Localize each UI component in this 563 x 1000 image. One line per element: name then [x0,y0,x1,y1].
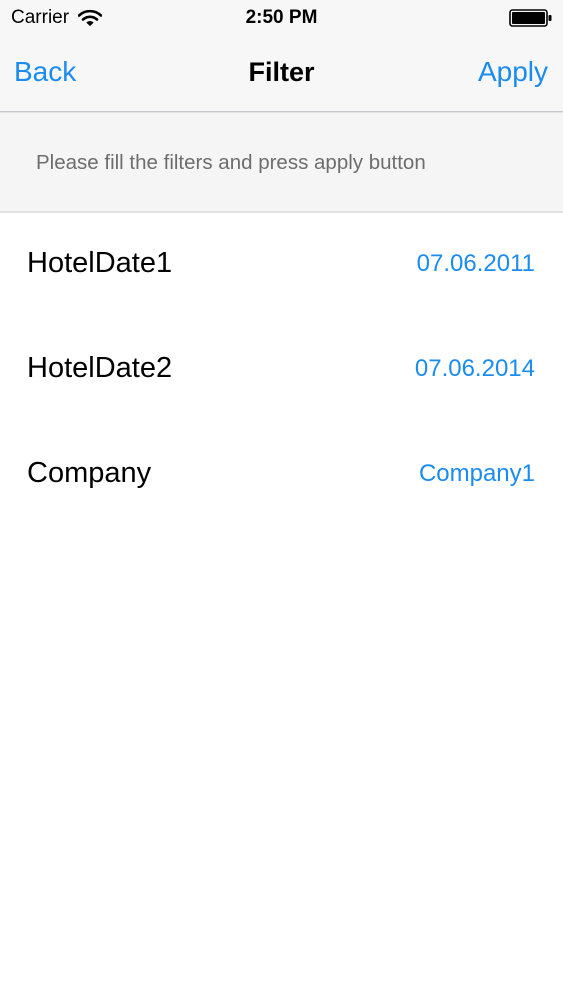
status-bar: Carrier 2:50 PM [0,0,563,34]
filter-list: HotelDate1 07.06.2011 HotelDate2 07.06.2… [0,212,563,527]
filter-value[interactable]: 07.06.2014 [415,355,535,383]
navigation-bar: Back Filter Apply [0,34,563,112]
info-banner: Please fill the filters and press apply … [0,112,563,213]
filter-label: Company [27,457,152,489]
status-time: 2:50 PM [245,7,318,28]
filter-row-hoteldate2[interactable]: HotelDate2 07.06.2014 [0,317,563,422]
info-text: Please fill the filters and press apply … [36,151,426,174]
apply-button[interactable]: Apply [478,56,548,88]
filter-label: HotelDate1 [27,247,173,279]
filter-row-company[interactable]: Company Company1 [0,422,563,527]
filter-value[interactable]: 07.06.2011 [417,250,535,278]
filter-label: HotelDate2 [27,352,173,384]
filter-value[interactable]: Company1 [419,460,535,488]
filter-row-hoteldate1[interactable]: HotelDate1 07.06.2011 [0,212,563,317]
battery-icon [509,9,552,27]
